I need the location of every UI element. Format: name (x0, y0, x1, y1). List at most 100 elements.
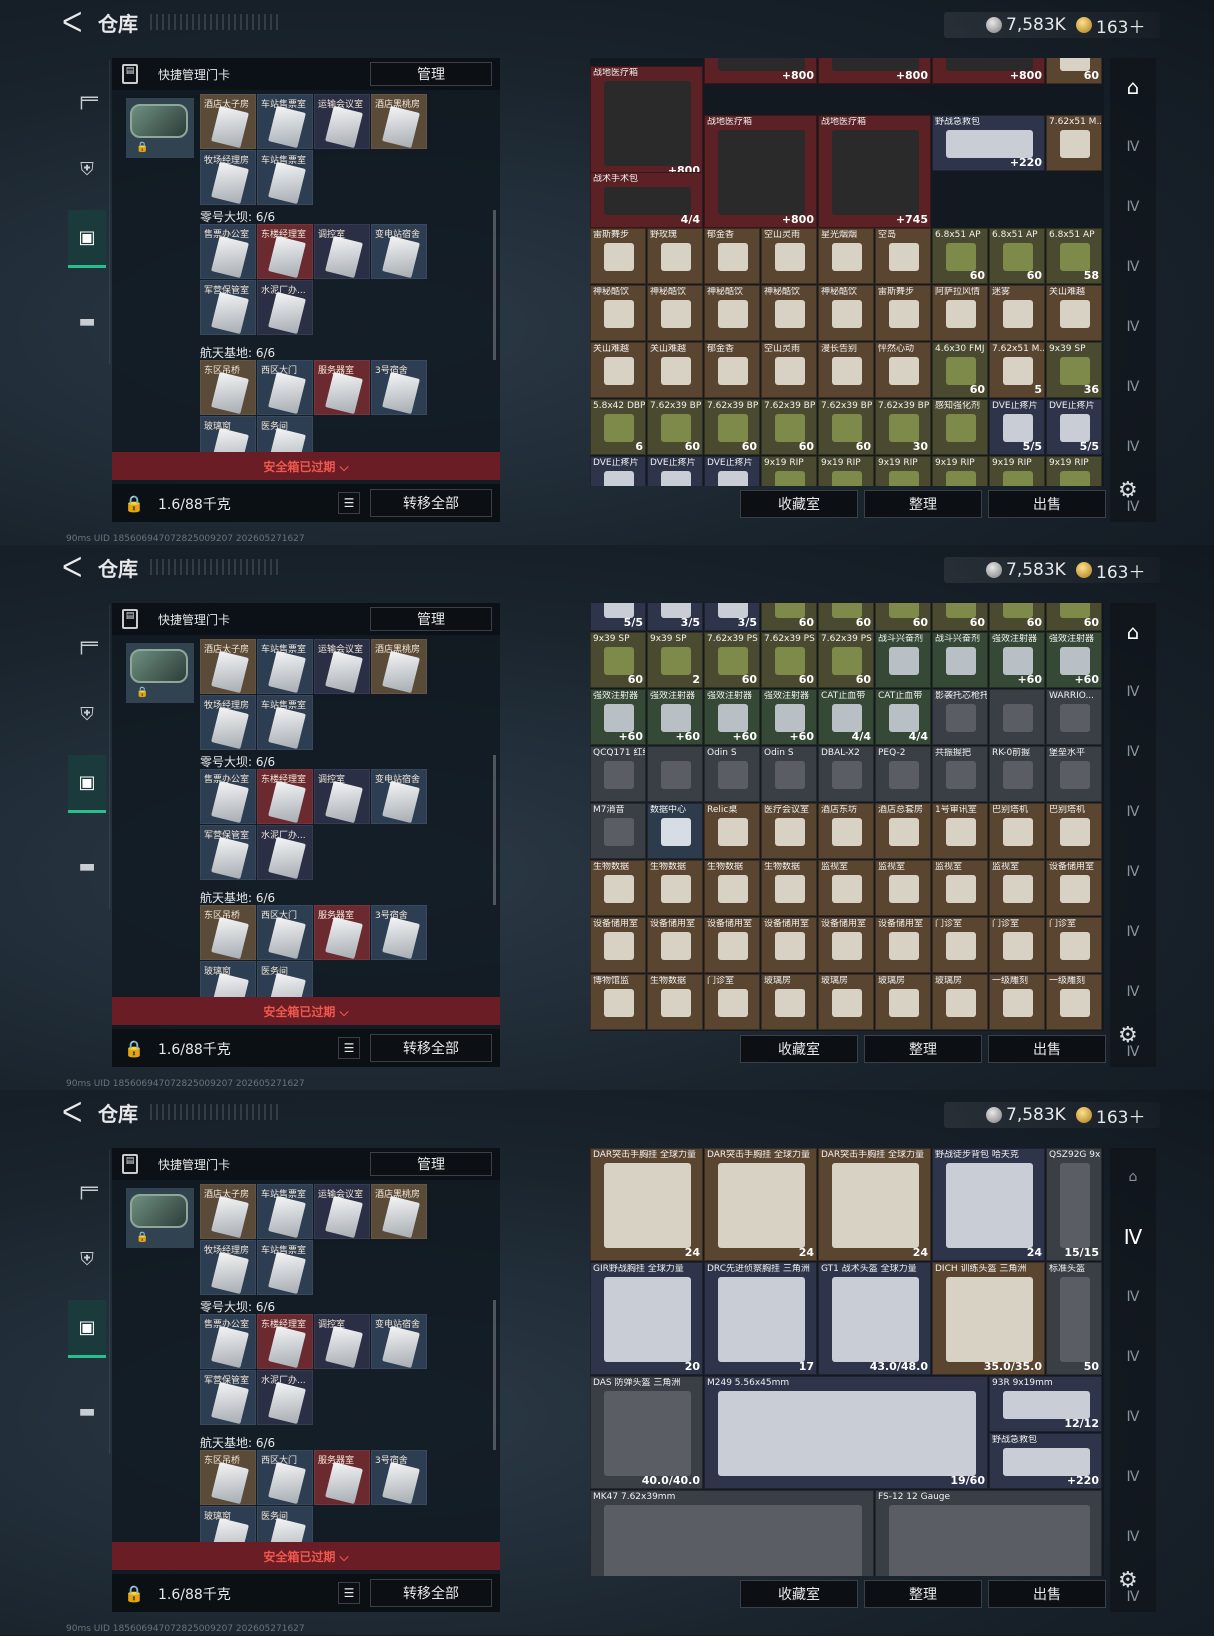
stash-item[interactable]: 强效注射器 +60 (989, 632, 1045, 688)
stash-item[interactable]: 空山灵雨 (761, 342, 817, 398)
stash-item[interactable]: 战地医疗箱 +800 (590, 66, 703, 179)
stash-item[interactable]: 巴别塔机 (989, 803, 1045, 859)
keycard-nav-icon[interactable]: ▣ (68, 210, 106, 268)
left-scrollbar[interactable] (493, 755, 496, 905)
stash-tab-5[interactable]: Ⅳ (1116, 366, 1150, 408)
stash-item[interactable]: 60 (818, 603, 874, 631)
keycard-slot[interactable]: 车站售票室 (257, 1184, 313, 1239)
stash-item[interactable]: PEQ-2 (875, 746, 931, 802)
stash-item[interactable]: 玻璃房 (932, 974, 988, 1030)
stash-item[interactable]: GT1 战术头盔 全球力量 43.0/48.0 (818, 1262, 931, 1375)
stash-item[interactable]: 60 (761, 603, 817, 631)
stash-item[interactable]: 9x39 SP 2 (647, 632, 703, 688)
keycard-slot[interactable]: 酒店黑桃房 (371, 94, 427, 149)
briefcase-nav-icon[interactable]: ▬ (68, 837, 106, 895)
stash-item[interactable]: 设备储用室 (704, 917, 760, 973)
collection-room-button[interactable]: 收藏室 (740, 1580, 858, 1608)
stash-item[interactable]: 关山难越 (647, 342, 703, 398)
stash-item[interactable]: 设备储用室 (647, 917, 703, 973)
keycard-slot[interactable]: 水泥厂办... (257, 825, 313, 880)
stash-item[interactable]: 9x19 RIP (1046, 456, 1102, 486)
stash-tab-4[interactable]: Ⅳ (1116, 1396, 1150, 1438)
stash-tab-3[interactable]: Ⅳ (1116, 246, 1150, 288)
stash-item[interactable]: 3/5 (704, 603, 760, 631)
home-tab-icon[interactable]: ⌂ (1116, 1156, 1150, 1198)
keycard-slot[interactable]: 酒店黑桃房 (371, 639, 427, 694)
stash-item[interactable]: 阿萨拉风情 (932, 285, 988, 341)
stash-item[interactable]: 野玫瑰 (647, 228, 703, 284)
safe-box-expired-banner[interactable]: 安全箱已过期 ⌵ (112, 452, 500, 480)
stash-item[interactable]: M249 5.56x45mm 19/60 (704, 1376, 988, 1489)
stash-item[interactable]: DAS 防弹头盔 三角洲 40.0/40.0 (590, 1376, 703, 1489)
keycard-slot[interactable]: 售票办公室 (200, 769, 256, 824)
sort-button[interactable]: 整理 (864, 1035, 982, 1063)
stash-tab-6[interactable]: Ⅳ (1116, 1516, 1150, 1558)
keycard-slot[interactable]: 3号宿舍 (371, 905, 427, 960)
briefcase-nav-icon[interactable]: ▬ (68, 292, 106, 350)
stash-item[interactable]: 门诊室 (989, 917, 1045, 973)
stash-item[interactable]: 雷斯舞步 (875, 285, 931, 341)
stash-item[interactable]: 3/5 (647, 603, 703, 631)
keycard-slot[interactable]: 服务器室 (314, 905, 370, 960)
stash-item[interactable]: 监视室 (875, 860, 931, 916)
keycard-slot[interactable]: 医务间 (257, 416, 313, 454)
stash-item[interactable]: 神秘酷饮 (818, 285, 874, 341)
manage-button[interactable]: 管理 (370, 1152, 492, 1176)
home-tab-icon[interactable]: ⌂ (1116, 611, 1150, 653)
collection-room-button[interactable]: 收藏室 (740, 490, 858, 518)
stash-item[interactable]: 雷斯舞步 (590, 228, 646, 284)
keycard-slot[interactable]: 东区吊桥 (200, 905, 256, 960)
manage-button[interactable]: 管理 (370, 62, 492, 86)
stash-item[interactable]: 战地医疗箱 +745 (818, 115, 931, 228)
keycard-slot[interactable]: 牧场经理房 (200, 150, 256, 205)
back-arrow-icon[interactable]: ᐸ (62, 1098, 82, 1128)
keycard-slot[interactable]: 酒店太子房 (200, 639, 256, 694)
stash-tab-5[interactable]: Ⅳ (1116, 1456, 1150, 1498)
stash-item[interactable]: 生物数据 (647, 974, 703, 1030)
stash-item[interactable]: CAT止血带 4/4 (875, 689, 931, 745)
keycard-slot[interactable]: 玻璃窗 (200, 1506, 256, 1544)
keycard-slot[interactable]: 变电站宿舍 (371, 769, 427, 824)
stash-item[interactable]: 一级雕刻 (1046, 974, 1102, 1030)
keycard-slot[interactable]: 售票办公室 (200, 224, 256, 279)
stash-item[interactable]: 影袭托芯枪托 (932, 689, 988, 745)
stash-item[interactable]: 7.62x39 PS 60 (818, 632, 874, 688)
stash-tab-6[interactable]: Ⅳ (1116, 426, 1150, 468)
keycard-case[interactable]: 🔒 (126, 1188, 194, 1248)
stash-item[interactable]: 生物数据 (761, 860, 817, 916)
sell-button[interactable]: 出售 (988, 490, 1106, 518)
transfer-all-button[interactable]: 转移全部 (370, 1579, 492, 1607)
keycard-slot[interactable]: 东楼经理室 (257, 224, 313, 279)
stash-item[interactable]: 玻璃房 (761, 974, 817, 1030)
keycard-nav-icon[interactable]: ▣ (68, 1300, 106, 1358)
keycard-nav-icon[interactable]: ▣ (68, 755, 106, 813)
keycard-slot[interactable]: 玻璃窗 (200, 416, 256, 454)
stash-item[interactable]: 野战徒步背包 哈夫克 24 (932, 1148, 1045, 1261)
stash-item[interactable]: 神秘酷饮 (647, 285, 703, 341)
keycard-slot[interactable]: 东楼经理室 (257, 769, 313, 824)
collection-room-button[interactable]: 收藏室 (740, 1035, 858, 1063)
stash-item[interactable]: QCQ171 红缨长枪管 (590, 746, 646, 802)
stash-item[interactable]: 1号审讯室 (932, 803, 988, 859)
keycard-slot[interactable]: 军营保管室 (200, 1370, 256, 1425)
stash-item[interactable]: Odin S (704, 746, 760, 802)
manage-button[interactable]: 管理 (370, 607, 492, 631)
stash-item[interactable]: 监视室 (932, 860, 988, 916)
stash-item[interactable]: 博物馆监 (590, 974, 646, 1030)
stash-item[interactable]: 强效注射器 +60 (1046, 632, 1102, 688)
stash-tab-2[interactable]: Ⅳ (1116, 731, 1150, 773)
stash-item[interactable]: DAR突击手胸挂 全球力量 24 (818, 1148, 931, 1261)
stash-item[interactable]: 9x19 RIP (875, 456, 931, 486)
keycard-slot[interactable]: 车站售票室 (257, 1240, 313, 1295)
armor-nav-icon[interactable]: ⛨ (68, 1230, 106, 1288)
stash-item[interactable] (647, 746, 703, 802)
stash-tab-2[interactable]: Ⅳ (1116, 1276, 1150, 1318)
keycard-slot[interactable]: 东楼经理室 (257, 1314, 313, 1369)
keycard-slot[interactable]: 3号宿舍 (371, 1450, 427, 1505)
stash-item[interactable]: 监视室 (989, 860, 1045, 916)
keycard-slot[interactable]: 水泥厂办... (257, 280, 313, 335)
keycard-slot[interactable]: 车站售票室 (257, 150, 313, 205)
stash-item[interactable]: 4.6x30 FMJ 60 (932, 342, 988, 398)
stash-item[interactable]: 漫长告别 (818, 342, 874, 398)
list-view-icon[interactable]: ☰ (338, 492, 360, 514)
